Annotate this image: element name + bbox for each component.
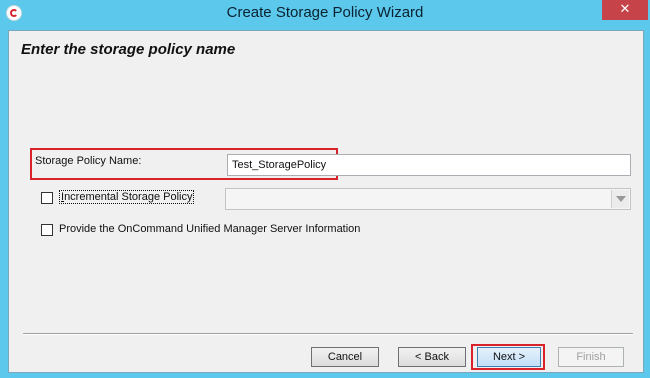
incremental-policy-combobox[interactable]	[225, 188, 631, 210]
title-bar[interactable]: Create Storage Policy Wizard ✕	[0, 0, 650, 28]
page-heading: Enter the storage policy name	[21, 41, 236, 58]
oncommand-server-label[interactable]: Provide the OnCommand Unified Manager Se…	[59, 223, 360, 235]
incremental-storage-policy-checkbox[interactable]	[41, 192, 53, 204]
oncommand-server-checkbox[interactable]	[41, 224, 53, 236]
wizard-content: Enter the storage policy name Storage Po…	[8, 30, 644, 373]
next-button[interactable]: Next >	[477, 347, 541, 367]
incremental-storage-policy-label[interactable]: Incremental Storage Policy	[59, 190, 195, 204]
finish-button[interactable]: Finish	[558, 347, 624, 367]
storage-policy-name-label: Storage Policy Name:	[35, 155, 142, 167]
footer-separator	[23, 333, 633, 335]
close-button[interactable]: ✕	[602, 0, 648, 20]
cancel-button[interactable]: Cancel	[311, 347, 379, 367]
storage-policy-name-input[interactable]: Test_StoragePolicy	[227, 154, 631, 176]
close-icon: ✕	[619, 2, 631, 17]
chevron-down-icon[interactable]	[611, 190, 629, 208]
wizard-window: Create Storage Policy Wizard ✕ Enter the…	[0, 0, 650, 378]
back-button[interactable]: < Back	[398, 347, 466, 367]
incremental-label-rest: ncremental Storage Policy	[64, 191, 193, 203]
window-title: Create Storage Policy Wizard	[226, 4, 424, 21]
